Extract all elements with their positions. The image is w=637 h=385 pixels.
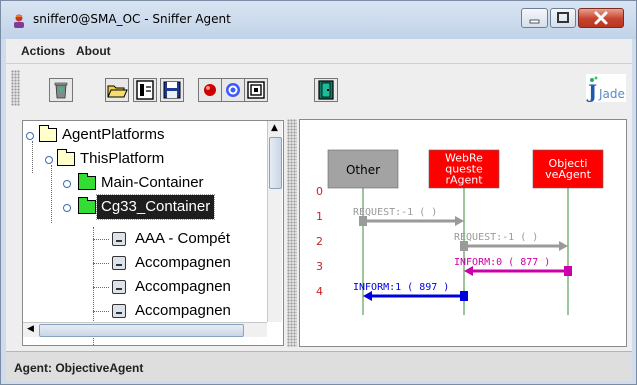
vertical-scroll-thumb[interactable] (269, 137, 282, 189)
minimize-icon (529, 19, 540, 24)
tree-node-agent[interactable]: AAA - Compét (23, 227, 283, 251)
exit-door-icon (318, 80, 334, 100)
agent-name-label: rAgent (445, 174, 483, 187)
close-button[interactable] (578, 8, 624, 28)
tree-node-cg33-container[interactable]: Cg33_Container (23, 194, 283, 220)
message-sequence-diagram: OtherWebRequesterAgentObjectiveAgent0123… (316, 149, 604, 315)
save-icon (163, 81, 181, 99)
split-pane-divider[interactable] (287, 119, 297, 347)
tree-node-agentplatforms[interactable]: AgentPlatforms (23, 123, 283, 147)
scroll-left-icon[interactable]: ◀ (27, 324, 34, 334)
tree-node-agent[interactable]: Accompagnen (23, 251, 283, 275)
tree-node-label: ThisPlatform (80, 150, 165, 167)
message-arrowhead (455, 216, 464, 226)
collapse-icon[interactable] (63, 204, 71, 212)
agent-tree[interactable]: AgentPlatforms ThisPlatform Main-Contain… (22, 120, 284, 346)
message-label[interactable]: INFORM:0 ( 877 ) (454, 257, 550, 268)
sniffer-message-canvas[interactable]: Other WebRe queste rAgent Objecti veAgent 0 1 2 3… (299, 119, 627, 347)
maximize-icon (557, 12, 569, 23)
clear-button[interactable] (49, 78, 73, 102)
scroll-up-icon[interactable]: ▲ (271, 123, 278, 133)
container-folder-icon (78, 197, 96, 214)
jade-logo-text: Jade (598, 87, 625, 101)
horizontal-scroll-thumb[interactable] (39, 324, 244, 337)
container-folder-icon (78, 173, 96, 190)
row-number: 0 (316, 185, 323, 198)
row-number: 3 (316, 260, 323, 273)
window-title: sniffer0@SMA_OC - Sniffer Agent (33, 12, 231, 26)
sniffer-agent-window: sniffer0@SMA_OC - Sniffer Agent Actions … (0, 0, 637, 385)
jade-logo-icon: J Jade (586, 74, 626, 103)
jade-logo: J Jade (586, 74, 626, 103)
status-text: Agent: ObjectiveAgent (14, 361, 144, 375)
tree-node-label: Main-Container (101, 174, 204, 191)
tree-node-main-container[interactable]: Main-Container (23, 171, 283, 195)
agent-name-label: veAgent (545, 168, 592, 181)
menu-about[interactable]: About (76, 44, 111, 58)
menu-actions[interactable]: Actions (21, 44, 65, 58)
row-number: 1 (316, 210, 323, 223)
tree-node-label: AAA - Compét (135, 230, 231, 247)
message-label[interactable]: REQUEST:-1 ( ) (353, 207, 437, 218)
row-number: 4 (316, 285, 323, 298)
status-bar: Agent: ObjectiveAgent (6, 351, 632, 381)
close-icon (594, 11, 608, 25)
agent-icon (112, 304, 126, 318)
jade-logo-mark: J (586, 81, 597, 102)
recycle-bin-icon (54, 82, 68, 99)
tree-node-thisplatform[interactable]: ThisPlatform (23, 147, 283, 171)
agent-icon (112, 232, 126, 246)
open-folder-icon (107, 85, 128, 98)
expand-icon[interactable] (63, 180, 71, 188)
agent-icon (112, 256, 126, 270)
message-source-marker (564, 266, 572, 276)
toolbar-grip[interactable] (11, 70, 20, 106)
tree-node-agent[interactable]: Accompagnen (23, 275, 283, 299)
agent-icon (112, 280, 126, 294)
open-file-icon (136, 80, 154, 100)
display-file-button[interactable] (133, 78, 157, 102)
tree-node-label: Accompagnen (135, 302, 231, 319)
monitor-icon (247, 81, 265, 99)
jade-agent-icon (14, 14, 24, 28)
exit-button[interactable] (314, 78, 338, 102)
tree-node-label: Accompagnen (135, 278, 231, 295)
folder-icon (57, 149, 75, 166)
maximize-button[interactable] (550, 8, 576, 28)
tree-node-label: AgentPlatforms (62, 126, 165, 143)
agent-name-label: Other (346, 163, 380, 177)
collapse-icon[interactable] (45, 156, 53, 164)
folder-icon (39, 125, 57, 142)
toolbar: J Jade (6, 63, 632, 111)
tree-node-agent[interactable]: Accompagnen (23, 299, 283, 323)
swirl-icon (226, 83, 240, 97)
tree-vertical-scrollbar[interactable]: ▲ (267, 121, 282, 322)
message-label[interactable]: INFORM:1 ( 897 ) (353, 282, 449, 293)
message-source-marker (460, 291, 468, 301)
menu-bar: Actions About (6, 39, 632, 63)
record-red-icon (204, 84, 216, 96)
sniff-off-button[interactable] (221, 78, 245, 102)
save-button[interactable] (160, 78, 184, 102)
row-number: 2 (316, 235, 323, 248)
tree-horizontal-scrollbar[interactable]: ◀ (23, 322, 267, 337)
message-arrowhead (559, 241, 568, 251)
tree-node-label: Cg33_Container (95, 194, 216, 220)
sniff-on-button[interactable] (198, 78, 222, 102)
open-button[interactable] (105, 78, 129, 102)
show-only-button[interactable] (244, 78, 268, 102)
minimize-button[interactable] (521, 8, 548, 28)
message-label[interactable]: REQUEST:-1 ( ) (454, 232, 538, 243)
tree-node-label: Accompagnen (135, 254, 231, 271)
collapse-icon[interactable] (26, 132, 34, 140)
title-bar[interactable]: sniffer0@SMA_OC - Sniffer Agent (1, 1, 636, 39)
main-panel: AgentPlatforms ThisPlatform Main-Contain… (6, 111, 632, 351)
